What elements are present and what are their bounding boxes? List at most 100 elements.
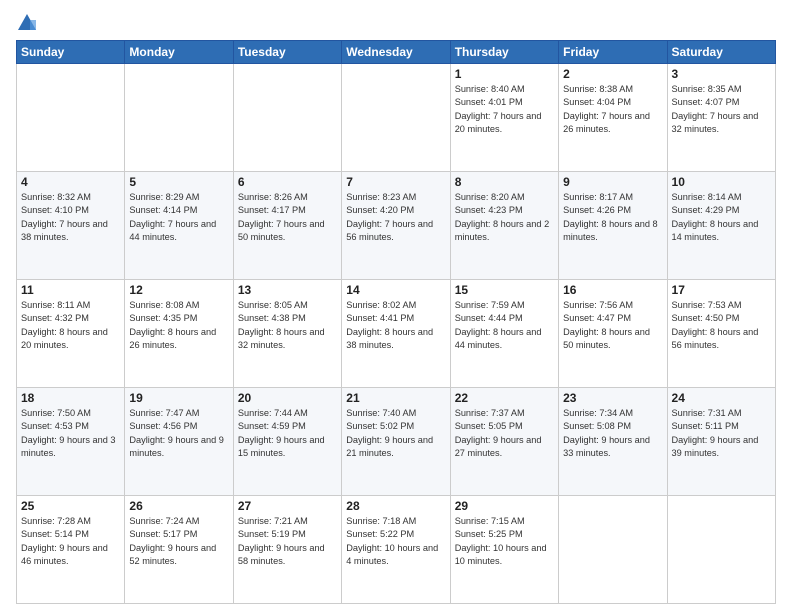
- day-number: 20: [238, 391, 337, 405]
- calendar-cell: 27 Sunrise: 7:21 AM Sunset: 5:19 PM Dayli…: [233, 496, 341, 604]
- calendar-cell: 10 Sunrise: 8:14 AM Sunset: 4:29 PM Dayli…: [667, 172, 775, 280]
- calendar-cell: 17Sunrise: 7:53 AM Sunset: 4:50 PM Dayli…: [667, 280, 775, 388]
- calendar-cell: 8 Sunrise: 8:20 AM Sunset: 4:23 PM Daylig…: [450, 172, 558, 280]
- day-info: Sunrise: 8:38 AM Sunset: 4:04 PM Dayligh…: [563, 83, 662, 136]
- calendar-week-0: 1Sunrise: 8:40 AM Sunset: 4:01 PM Daylig…: [17, 64, 776, 172]
- day-info: Sunrise: 7:24 AM Sunset: 5:17 PM Dayligh…: [129, 515, 228, 568]
- calendar-cell: 24 Sunrise: 7:31 AM Sunset: 5:11 PM Dayli…: [667, 388, 775, 496]
- day-number: 4: [21, 175, 120, 189]
- day-info: Sunrise: 8:08 AM Sunset: 4:35 PM Dayligh…: [129, 299, 228, 352]
- calendar-cell: [667, 496, 775, 604]
- day-number: 7: [346, 175, 445, 189]
- day-info: Sunrise: 7:28 AM Sunset: 5:14 PM Dayligh…: [21, 515, 120, 568]
- day-info: Sunrise: 7:50 AM Sunset: 4:53 PM Dayligh…: [21, 407, 120, 460]
- day-info: Sunrise: 7:21 AM Sunset: 5:19 PM Dayligh…: [238, 515, 337, 568]
- calendar-cell: [559, 496, 667, 604]
- calendar-cell: 25 Sunrise: 7:28 AM Sunset: 5:14 PM Dayli…: [17, 496, 125, 604]
- day-header-saturday: Saturday: [667, 41, 775, 64]
- calendar-cell: 26 Sunrise: 7:24 AM Sunset: 5:17 PM Dayli…: [125, 496, 233, 604]
- day-info: Sunrise: 8:11 AM Sunset: 4:32 PM Dayligh…: [21, 299, 120, 352]
- calendar-cell: 2 Sunrise: 8:38 AM Sunset: 4:04 PM Daylig…: [559, 64, 667, 172]
- calendar-cell: 20 Sunrise: 7:44 AM Sunset: 4:59 PM Dayli…: [233, 388, 341, 496]
- calendar-cell: 16Sunrise: 7:56 AM Sunset: 4:47 PM Dayli…: [559, 280, 667, 388]
- logo: [16, 12, 42, 34]
- calendar-cell: 3 Sunrise: 8:35 AM Sunset: 4:07 PM Daylig…: [667, 64, 775, 172]
- day-info: Sunrise: 7:34 AM Sunset: 5:08 PM Dayligh…: [563, 407, 662, 460]
- calendar-cell: 6Sunrise: 8:26 AM Sunset: 4:17 PM Daylig…: [233, 172, 341, 280]
- calendar-header-row: SundayMondayTuesdayWednesdayThursdayFrid…: [17, 41, 776, 64]
- day-number: 27: [238, 499, 337, 513]
- calendar-cell: 21 Sunrise: 7:40 AM Sunset: 5:02 PM Dayli…: [342, 388, 450, 496]
- day-number: 8: [455, 175, 554, 189]
- day-number: 26: [129, 499, 228, 513]
- calendar-cell: 28 Sunrise: 7:18 AM Sunset: 5:22 PM Dayli…: [342, 496, 450, 604]
- calendar-cell: 22 Sunrise: 7:37 AM Sunset: 5:05 PM Dayli…: [450, 388, 558, 496]
- day-number: 23: [563, 391, 662, 405]
- day-header-tuesday: Tuesday: [233, 41, 341, 64]
- calendar-cell: 19 Sunrise: 7:47 AM Sunset: 4:56 PM Dayli…: [125, 388, 233, 496]
- day-number: 22: [455, 391, 554, 405]
- day-number: 21: [346, 391, 445, 405]
- calendar-cell: 1Sunrise: 8:40 AM Sunset: 4:01 PM Daylig…: [450, 64, 558, 172]
- day-number: 6: [238, 175, 337, 189]
- page: SundayMondayTuesdayWednesdayThursdayFrid…: [0, 0, 792, 612]
- day-info: Sunrise: 8:02 AM Sunset: 4:41 PM Dayligh…: [346, 299, 445, 352]
- day-number: 25: [21, 499, 120, 513]
- day-info: Sunrise: 8:35 AM Sunset: 4:07 PM Dayligh…: [672, 83, 771, 136]
- day-info: Sunrise: 8:17 AM Sunset: 4:26 PM Dayligh…: [563, 191, 662, 244]
- day-info: Sunrise: 7:47 AM Sunset: 4:56 PM Dayligh…: [129, 407, 228, 460]
- calendar-cell: 23 Sunrise: 7:34 AM Sunset: 5:08 PM Dayli…: [559, 388, 667, 496]
- day-number: 2: [563, 67, 662, 81]
- calendar-cell: [125, 64, 233, 172]
- day-info: Sunrise: 8:20 AM Sunset: 4:23 PM Dayligh…: [455, 191, 554, 244]
- day-info: Sunrise: 7:37 AM Sunset: 5:05 PM Dayligh…: [455, 407, 554, 460]
- day-header-monday: Monday: [125, 41, 233, 64]
- day-number: 18: [21, 391, 120, 405]
- day-header-sunday: Sunday: [17, 41, 125, 64]
- header: [16, 12, 776, 34]
- logo-icon: [16, 12, 38, 34]
- day-info: Sunrise: 8:32 AM Sunset: 4:10 PM Dayligh…: [21, 191, 120, 244]
- calendar-week-1: 4 Sunrise: 8:32 AM Sunset: 4:10 PM Daylig…: [17, 172, 776, 280]
- calendar-cell: [233, 64, 341, 172]
- calendar-cell: 18 Sunrise: 7:50 AM Sunset: 4:53 PM Dayli…: [17, 388, 125, 496]
- calendar-cell: 15Sunrise: 7:59 AM Sunset: 4:44 PM Dayli…: [450, 280, 558, 388]
- calendar-cell: [17, 64, 125, 172]
- day-header-wednesday: Wednesday: [342, 41, 450, 64]
- day-number: 11: [21, 283, 120, 297]
- day-number: 10: [672, 175, 771, 189]
- day-number: 24: [672, 391, 771, 405]
- day-info: Sunrise: 7:40 AM Sunset: 5:02 PM Dayligh…: [346, 407, 445, 460]
- calendar-cell: 14 Sunrise: 8:02 AM Sunset: 4:41 PM Dayli…: [342, 280, 450, 388]
- calendar-cell: 12 Sunrise: 8:08 AM Sunset: 4:35 PM Dayli…: [125, 280, 233, 388]
- day-number: 5: [129, 175, 228, 189]
- day-info: Sunrise: 8:14 AM Sunset: 4:29 PM Dayligh…: [672, 191, 771, 244]
- day-info: Sunrise: 8:23 AM Sunset: 4:20 PM Dayligh…: [346, 191, 445, 244]
- day-header-thursday: Thursday: [450, 41, 558, 64]
- day-number: 19: [129, 391, 228, 405]
- day-info: Sunrise: 7:31 AM Sunset: 5:11 PM Dayligh…: [672, 407, 771, 460]
- calendar-week-4: 25 Sunrise: 7:28 AM Sunset: 5:14 PM Dayli…: [17, 496, 776, 604]
- day-number: 3: [672, 67, 771, 81]
- day-info: Sunrise: 7:44 AM Sunset: 4:59 PM Dayligh…: [238, 407, 337, 460]
- day-info: Sunrise: 8:40 AM Sunset: 4:01 PM Dayligh…: [455, 83, 554, 136]
- day-number: 9: [563, 175, 662, 189]
- day-info: Sunrise: 8:05 AM Sunset: 4:38 PM Dayligh…: [238, 299, 337, 352]
- day-number: 15: [455, 283, 554, 297]
- calendar-cell: 7 Sunrise: 8:23 AM Sunset: 4:20 PM Daylig…: [342, 172, 450, 280]
- day-number: 13: [238, 283, 337, 297]
- day-info: Sunrise: 7:53 AM Sunset: 4:50 PM Dayligh…: [672, 299, 771, 352]
- calendar-cell: 29Sunrise: 7:15 AM Sunset: 5:25 PM Dayli…: [450, 496, 558, 604]
- day-info: Sunrise: 7:56 AM Sunset: 4:47 PM Dayligh…: [563, 299, 662, 352]
- calendar-cell: [342, 64, 450, 172]
- day-header-friday: Friday: [559, 41, 667, 64]
- calendar-cell: 11 Sunrise: 8:11 AM Sunset: 4:32 PM Dayli…: [17, 280, 125, 388]
- day-info: Sunrise: 7:18 AM Sunset: 5:22 PM Dayligh…: [346, 515, 445, 568]
- day-number: 12: [129, 283, 228, 297]
- day-number: 28: [346, 499, 445, 513]
- calendar-cell: 13 Sunrise: 8:05 AM Sunset: 4:38 PM Dayli…: [233, 280, 341, 388]
- calendar-cell: 9 Sunrise: 8:17 AM Sunset: 4:26 PM Daylig…: [559, 172, 667, 280]
- day-number: 14: [346, 283, 445, 297]
- calendar-cell: 4 Sunrise: 8:32 AM Sunset: 4:10 PM Daylig…: [17, 172, 125, 280]
- day-info: Sunrise: 7:15 AM Sunset: 5:25 PM Dayligh…: [455, 515, 554, 568]
